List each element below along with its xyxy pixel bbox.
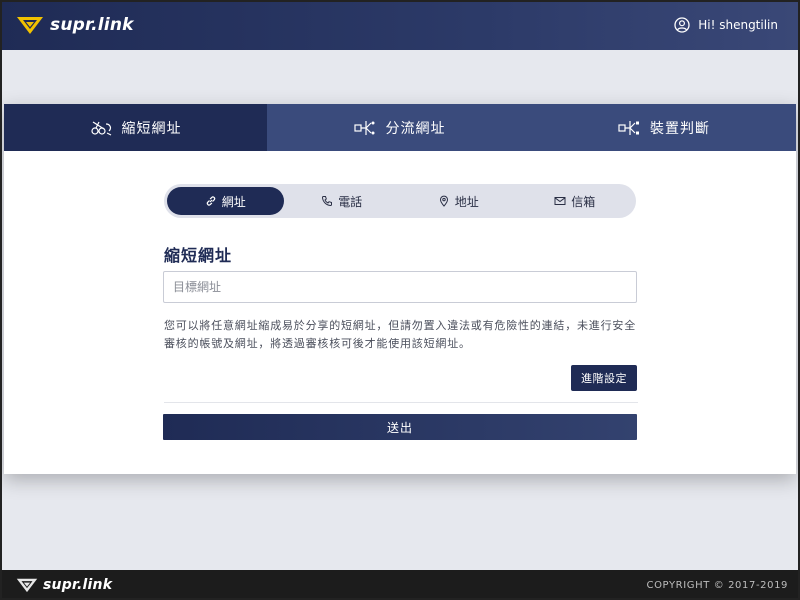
tab-split-url[interactable]: 分流網址 — [267, 104, 532, 151]
top-navbar: supr.link Hi! shengtilin — [0, 0, 800, 50]
link-type-switcher: 網址 電話 地址 信箱 — [164, 184, 636, 218]
brand-name: supr.link — [50, 15, 134, 35]
footer: supr.link COPYRIGHT © 2017-2019 — [0, 570, 800, 600]
device-route-icon — [618, 120, 639, 135]
segment-phone[interactable]: 電話 — [284, 187, 401, 215]
segment-label: 信箱 — [571, 194, 596, 209]
form-description: 您可以將任意網址縮成易於分享的短網址，但請勿置入違法或有危險性的連結，未進行安全… — [164, 319, 636, 350]
segment-label: 網址 — [221, 194, 246, 209]
segment-email[interactable]: 信箱 — [517, 187, 634, 215]
phone-icon — [322, 196, 333, 207]
user-icon — [674, 17, 690, 33]
form-title: 縮短網址 — [164, 246, 233, 265]
map-pin-icon — [439, 195, 448, 207]
tab-label: 縮短網址 — [121, 120, 182, 137]
segment-label: 地址 — [454, 194, 479, 209]
tab-label: 分流網址 — [385, 120, 446, 137]
user-menu[interactable]: Hi! shengtilin — [674, 17, 778, 33]
supr-link-logo-icon — [16, 578, 38, 593]
user-greeting: Hi! shengtilin — [698, 18, 778, 32]
segment-address[interactable]: 地址 — [400, 187, 517, 215]
footer-brand[interactable]: supr.link — [16, 577, 112, 593]
tab-device-detect[interactable]: 裝置判斷 — [532, 104, 796, 151]
feature-tabs: 縮短網址 分流網址 裝置判斷 — [4, 104, 796, 151]
segment-url[interactable]: 網址 — [167, 187, 284, 215]
divider — [164, 402, 638, 403]
tab-shorten-url[interactable]: 縮短網址 — [4, 104, 267, 151]
segment-label: 電話 — [338, 194, 363, 209]
split-route-icon — [353, 120, 374, 135]
mail-icon — [554, 197, 566, 205]
scissors-link-icon — [90, 120, 111, 136]
supr-link-logo-icon — [17, 17, 43, 34]
copyright-text: COPYRIGHT © 2017-2019 — [646, 579, 788, 591]
tab-label: 裝置判斷 — [650, 120, 710, 137]
shortener-card: 縮短網址 分流網址 裝置判斷 網址 電話 地址 信箱 縮短網址 目標網址 您可以… — [4, 104, 796, 474]
advanced-settings-button[interactable]: 進階設定 — [571, 365, 637, 391]
footer-brand-name: supr.link — [43, 577, 113, 593]
submit-button[interactable]: 送出 — [163, 414, 637, 440]
link-icon — [206, 196, 215, 206]
target-url-input[interactable] — [163, 271, 637, 303]
brand-logo-link[interactable]: supr.link — [16, 15, 134, 35]
